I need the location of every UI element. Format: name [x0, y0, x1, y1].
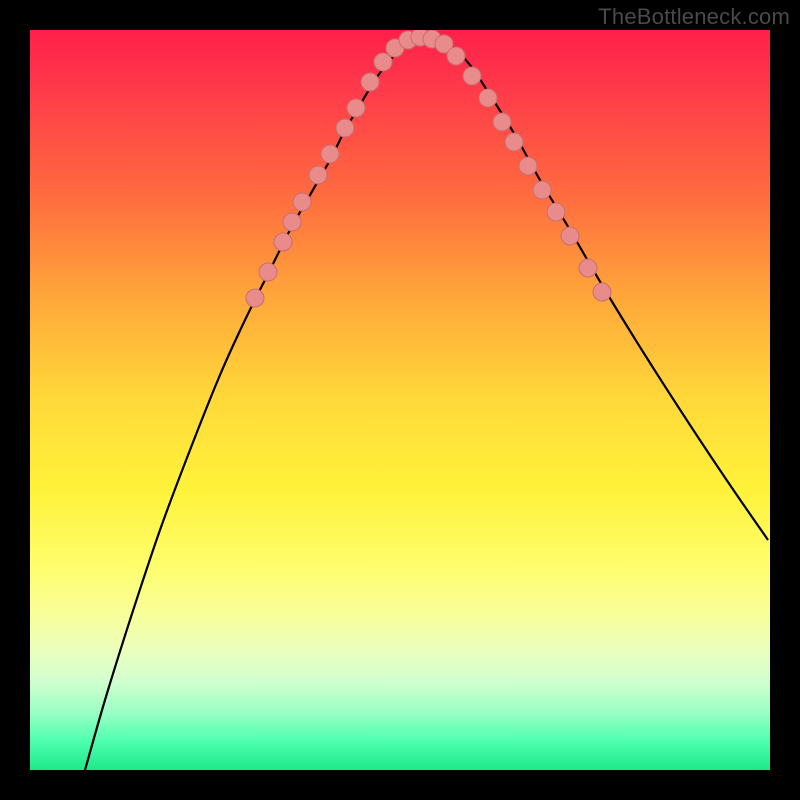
chart-svg: [30, 30, 770, 770]
marker-dot: [463, 67, 481, 85]
marker-dot: [347, 99, 365, 117]
marker-dot: [361, 73, 379, 91]
marker-dot: [336, 119, 354, 137]
marker-dot: [259, 263, 277, 281]
chart-frame: TheBottleneck.com: [0, 0, 800, 800]
marker-dot: [447, 47, 465, 65]
marker-dot: [274, 233, 292, 251]
marker-dot: [519, 157, 537, 175]
marker-dot: [246, 289, 264, 307]
marker-dot: [579, 259, 597, 277]
watermark-text: TheBottleneck.com: [598, 4, 790, 30]
marker-dot: [479, 89, 497, 107]
plot-area: [30, 30, 770, 770]
marker-dot: [493, 113, 511, 131]
marker-dot: [309, 166, 327, 184]
marker-dot: [593, 283, 611, 301]
marker-dot: [283, 213, 301, 231]
marker-dots: [246, 30, 611, 307]
marker-dot: [547, 203, 565, 221]
marker-dot: [561, 227, 579, 245]
bottleneck-curve: [85, 36, 768, 770]
marker-dot: [321, 145, 339, 163]
marker-dot: [374, 53, 392, 71]
marker-dot: [505, 133, 523, 151]
marker-dot: [293, 193, 311, 211]
marker-dot: [533, 181, 551, 199]
